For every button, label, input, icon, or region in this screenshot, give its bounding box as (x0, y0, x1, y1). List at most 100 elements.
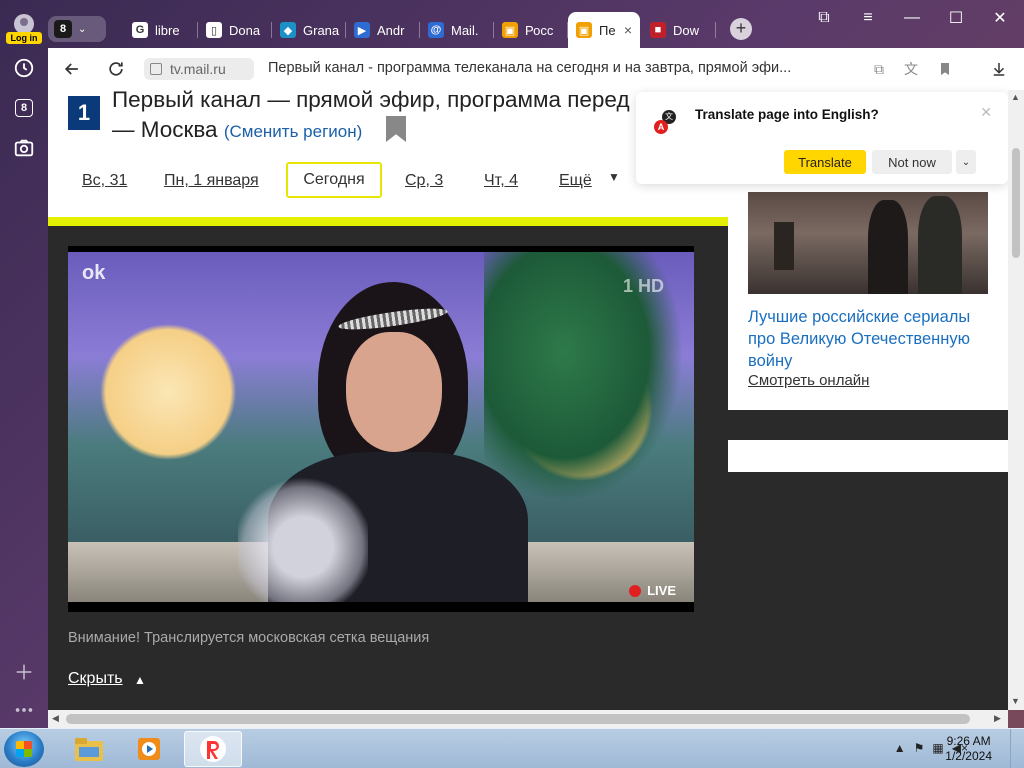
back-arrow-icon[interactable] (60, 57, 84, 81)
translate-logo-icon: 文A (654, 110, 676, 134)
promo-card-2 (728, 440, 1008, 472)
maximize-button[interactable]: ☐ (936, 6, 976, 30)
close-window-button[interactable]: ✕ (980, 6, 1020, 30)
tab-label: Dona (229, 22, 261, 38)
minimize-button[interactable]: — (892, 6, 932, 30)
day-link-2[interactable]: Пн, 1 января (164, 172, 259, 190)
favicon-icon: G (132, 22, 148, 38)
tab-1[interactable]: Glibre (124, 12, 198, 48)
network-icon[interactable]: ▦ (932, 741, 943, 755)
video-player[interactable]: ok 1 HD LIVE (68, 246, 694, 612)
reload-icon[interactable] (104, 57, 128, 81)
hide-link[interactable]: Скрыть (68, 670, 123, 688)
url-page-title[interactable]: Первый канал - программа телеканала на с… (268, 60, 791, 76)
new-tab-button[interactable]: + (730, 18, 752, 40)
vertical-scrollbar[interactable]: ▲ ▼ (1008, 90, 1024, 710)
start-button[interactable] (4, 731, 44, 767)
favicon-icon: @ (428, 22, 444, 38)
address-bar: tv.mail.ru Первый канал - программа теле… (48, 48, 1024, 90)
favicon-icon: ◆ (280, 22, 296, 38)
channel-hd-watermark: 1 HD (622, 276, 664, 296)
tab-4[interactable]: ▶ Andr (346, 12, 420, 48)
scroll-thumb[interactable] (1012, 148, 1020, 258)
tab-2[interactable]: ▯ Dona (198, 12, 272, 48)
translate-icon[interactable]: 文 (900, 58, 922, 80)
channel-logo[interactable]: 1 (68, 96, 100, 130)
scroll-left-icon[interactable]: ◀ (52, 713, 59, 724)
favicon-icon: ▶ (354, 22, 370, 38)
windows-logo-icon (16, 741, 32, 757)
show-desktop-button[interactable] (1010, 729, 1024, 768)
lock-icon (150, 63, 162, 75)
tab-label: Mail. (451, 22, 479, 38)
chevron-down-icon: ⌄ (78, 23, 87, 35)
schedule-bar (48, 217, 728, 226)
triangle-up-icon: ▲ (134, 673, 146, 687)
video-frame: ok 1 HD (68, 252, 694, 602)
site-header: 1 Первый канал — прямой эфир, программа … (48, 90, 728, 226)
copy-link-icon[interactable]: ⧉ (868, 58, 890, 80)
ok-logo-icon: ok (82, 262, 106, 284)
tab-strip: 8 ⌄ Glibre ▯ Dona ◆ Grana ▶ Andr @ Mail. ▣ Росс ▣ Пе… (48, 0, 1024, 48)
media-player-icon[interactable] (120, 731, 178, 767)
tab-label: libre (155, 22, 180, 38)
close-tab-icon[interactable]: × (624, 22, 632, 38)
day-link-6[interactable]: Ещё (559, 172, 592, 190)
tab-label: Пе (599, 22, 616, 38)
promo-image[interactable] (748, 192, 988, 294)
day-link-5[interactable]: Чт, 4 (484, 172, 518, 190)
tab-6[interactable]: ▣ Росс (494, 12, 568, 48)
browser-sidebar: Log in 8 (0, 0, 48, 728)
more-dots-icon[interactable] (12, 698, 36, 722)
add-panel-icon[interactable] (12, 660, 36, 684)
change-region-link[interactable]: (Сменить регион) (224, 122, 362, 141)
tab-5[interactable]: @ Mail. (420, 12, 494, 48)
screenshot-icon[interactable] (12, 136, 36, 160)
scroll-thumb[interactable] (66, 714, 970, 724)
tab-8[interactable]: ■ Dow (642, 12, 716, 48)
login-badge: Log in (6, 32, 42, 44)
favicon-icon: ▣ (502, 22, 518, 38)
login-button[interactable]: Log in (6, 14, 42, 46)
close-icon[interactable]: ✕ (980, 104, 992, 121)
file-explorer-icon[interactable] (60, 731, 118, 767)
scroll-down-icon[interactable]: ▼ (1011, 696, 1020, 706)
menu-icon[interactable]: ≡ (848, 6, 888, 30)
yandex-browser-icon[interactable] (184, 731, 242, 767)
tab-7[interactable]: ▣ Пе × (568, 12, 640, 48)
not-now-button[interactable]: Not now (872, 150, 952, 174)
tab-3[interactable]: ◆ Grana (272, 12, 346, 48)
promo-title-link[interactable]: Лучшие российские сериалы про Великую От… (748, 306, 988, 372)
watch-online-link[interactable]: Смотреть онлайн (748, 372, 869, 389)
translate-button[interactable]: Translate (784, 150, 866, 174)
triangle-down-icon[interactable]: ▼ (608, 170, 620, 184)
favicon-icon: ■ (650, 22, 666, 38)
day-link-4[interactable]: Ср, 3 (405, 172, 443, 190)
bookmark-icon[interactable] (934, 58, 956, 80)
tab-label: Росс (525, 22, 554, 38)
download-icon[interactable] (988, 58, 1010, 80)
scroll-up-icon[interactable]: ▲ (1011, 92, 1020, 102)
day-link-3[interactable]: Сегодня (286, 162, 382, 198)
show-hidden-icons-icon[interactable]: ▲ (894, 741, 906, 755)
tab-count: 8 (54, 20, 72, 38)
day-link-1[interactable]: Вс, 31 (82, 172, 127, 190)
tab-count-button[interactable]: 8 ⌄ (48, 16, 106, 42)
action-center-icon[interactable]: ⚑ (914, 741, 925, 755)
site-info-pill[interactable]: tv.mail.ru (144, 58, 254, 80)
clock[interactable]: 9:26 AM 1/2/2024 (945, 734, 992, 764)
avatar-icon (14, 14, 34, 34)
live-dot-icon (629, 584, 642, 597)
chevron-down-icon[interactable]: ⌄ (956, 150, 976, 174)
horizontal-scrollbar[interactable]: ◀ ▶ (48, 710, 1008, 728)
tab-label: Andr (377, 22, 405, 38)
tab-label: Dow (673, 22, 700, 38)
translate-popup: 文A Translate page into English? ✕ Transl… (636, 92, 1008, 184)
history-icon[interactable] (12, 56, 36, 80)
scroll-right-icon[interactable]: ▶ (994, 713, 1001, 724)
favicon-icon: ▯ (206, 22, 222, 38)
favicon-icon: ▣ (576, 22, 592, 38)
tabs-counter-icon[interactable]: 8 (12, 96, 36, 120)
bookmarks-bar-icon[interactable]: ⧉ (804, 6, 844, 30)
url-domain: tv.mail.ru (170, 61, 226, 77)
